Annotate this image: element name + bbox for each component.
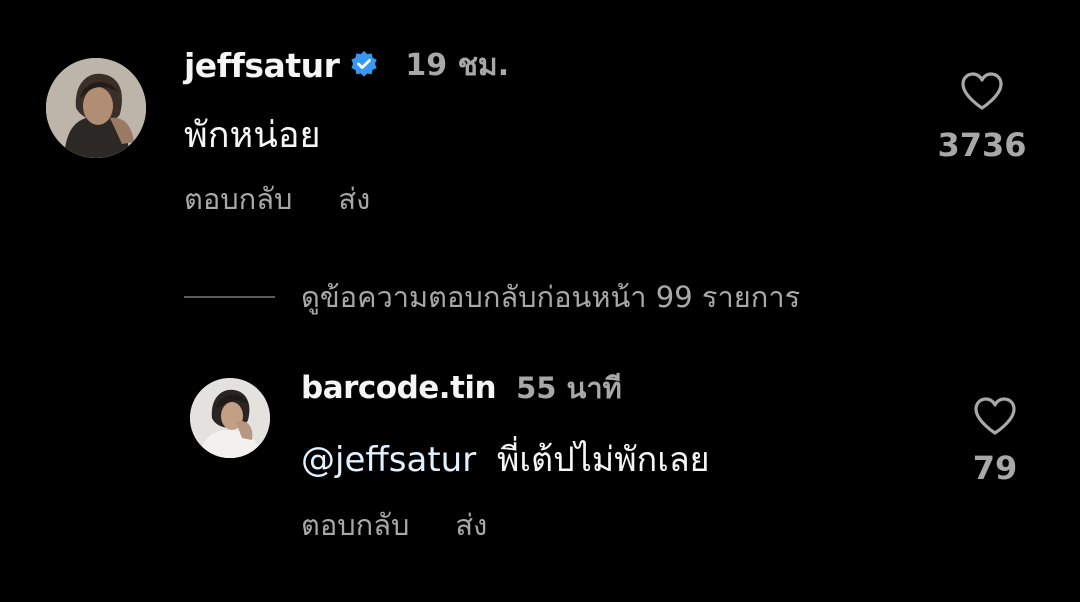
avatar[interactable] (190, 378, 270, 458)
heart-outline-icon[interactable] (959, 70, 1005, 112)
timestamp: 55 นาที (516, 371, 622, 405)
like-section: 3736 (936, 70, 1028, 164)
username[interactable]: barcode.tin (301, 370, 497, 406)
username[interactable]: jeffsatur (184, 46, 340, 85)
heart-outline-icon[interactable] (972, 395, 1018, 437)
reply-button[interactable]: ตอบกลับ (301, 502, 409, 548)
reply-header: barcode.tin 55 นาที (301, 368, 622, 408)
timestamp: 19 ชม. (405, 47, 510, 83)
view-previous-replies[interactable]: ดูข้อความตอบกลับก่อนหน้า 99 รายการ (184, 274, 800, 320)
send-button[interactable]: ส่ง (338, 176, 370, 222)
reply-text-line: @jeffsatur พี่เต้ปไม่พักเลย (301, 432, 710, 486)
like-section: 79 (950, 395, 1040, 487)
like-count: 79 (972, 449, 1018, 487)
reply-actions: ตอบกลับ ส่ง (301, 502, 487, 548)
avatar[interactable] (46, 58, 146, 158)
comment-text: พักหน่อย (184, 115, 321, 156)
comment-header: jeffsatur 19 ชม. (184, 45, 509, 85)
reply-button[interactable]: ตอบกลับ (184, 176, 292, 222)
view-replies-label: ดูข้อความตอบกลับก่อนหน้า 99 รายการ (301, 280, 801, 314)
comment-actions: ตอบกลับ ส่ง (184, 176, 370, 222)
send-button[interactable]: ส่ง (455, 502, 487, 548)
divider-line (184, 296, 275, 298)
reply-text: พี่เต้ปไม่พักเลย (497, 440, 710, 480)
verified-badge-icon (349, 50, 379, 80)
like-count: 3736 (937, 126, 1027, 164)
mention-link[interactable]: @jeffsatur (301, 440, 476, 480)
